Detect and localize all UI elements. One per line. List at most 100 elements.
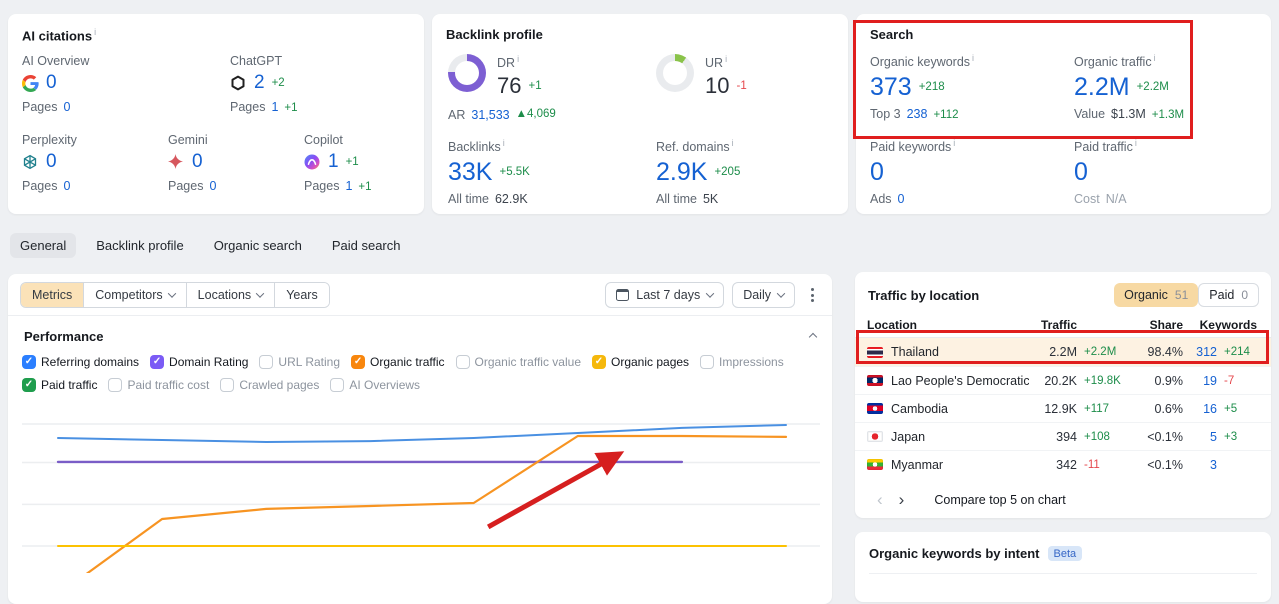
share-value: <0.1% bbox=[1147, 457, 1183, 472]
keywords-delta: +3 bbox=[1224, 430, 1238, 443]
backlinks-value[interactable]: 33K bbox=[448, 158, 492, 186]
keywords-link[interactable]: 3 bbox=[1183, 458, 1217, 472]
keywords-link[interactable]: 16 bbox=[1183, 402, 1217, 416]
checkbox-label: Referring domains bbox=[41, 355, 140, 369]
ai-citation-gemini: Gemini 0 Pages 0 bbox=[168, 133, 304, 193]
metric-checkbox-domain-rating[interactable]: ✓ Domain Rating bbox=[150, 355, 248, 369]
ai-citation-value[interactable]: 1 bbox=[328, 151, 339, 173]
info-icon: i bbox=[502, 138, 505, 149]
pages-value[interactable]: 0 bbox=[63, 100, 70, 114]
ref-domains-value[interactable]: 2.9K bbox=[656, 158, 707, 186]
organic-traffic-metric: Organic traffic i 2.2M +2.2M Value $1.3M +1.… bbox=[1074, 53, 1185, 122]
pages-value[interactable]: 1 bbox=[345, 179, 352, 193]
tab-organic-search[interactable]: Organic search bbox=[204, 233, 312, 258]
organic-traffic-value[interactable]: 2.2M bbox=[1074, 73, 1130, 101]
traffic-delta: +117 bbox=[1084, 402, 1110, 415]
ai-citation-pages: Pages 0 bbox=[168, 179, 217, 194]
top3-value[interactable]: 238 bbox=[907, 107, 928, 121]
metric-checkbox-paid-traffic[interactable]: ✓ Paid traffic bbox=[22, 378, 97, 392]
checkbox-icon: ✓ bbox=[351, 355, 366, 369]
table-row-japan[interactable]: Japan 394 +108 <0.1% 5 +3 bbox=[855, 422, 1271, 450]
backlink-profile-title: Backlink profile bbox=[446, 27, 543, 42]
pages-value[interactable]: 0 bbox=[63, 179, 70, 193]
thailand-flag-icon bbox=[867, 346, 883, 358]
collapse-icon[interactable] bbox=[808, 332, 818, 341]
chevron-down-icon bbox=[167, 289, 176, 298]
chatgpt-icon bbox=[230, 75, 247, 92]
date-range-button[interactable]: Last 7 days bbox=[605, 282, 725, 308]
ai-citation-value[interactable]: 0 bbox=[46, 151, 57, 173]
prev-page-icon[interactable]: ‹ bbox=[877, 491, 883, 508]
gemini-icon bbox=[168, 153, 185, 171]
ai-citation-value[interactable]: 2 bbox=[254, 72, 265, 94]
metric-checkbox-paid-traffic-cost[interactable]: Paid traffic cost bbox=[108, 378, 209, 392]
divider bbox=[869, 573, 1257, 574]
granularity-button[interactable]: Daily bbox=[732, 282, 795, 308]
ai-citation-pages: Pages 0 bbox=[22, 100, 71, 115]
compare-top5-link[interactable]: Compare top 5 on chart bbox=[934, 493, 1065, 507]
organic-keywords-value[interactable]: 373 bbox=[870, 73, 912, 101]
traffic-delta: +19.8K bbox=[1084, 374, 1121, 387]
copilot-icon bbox=[304, 154, 321, 171]
table-row-cambodia[interactable]: Cambodia 12.9K +117 0.6% 16 +5 bbox=[855, 394, 1271, 422]
checkbox-label: Domain Rating bbox=[169, 355, 249, 369]
traffic-value: 12.9K bbox=[1044, 401, 1077, 416]
organic-keywords-metric: Organic keywords i 373 +218 Top 3 238 +112 bbox=[870, 53, 975, 122]
metric-checkbox-organic-traffic-value[interactable]: Organic traffic value bbox=[455, 355, 581, 369]
metric-checkbox-organic-traffic[interactable]: ✓ Organic traffic bbox=[351, 355, 445, 369]
tab-general[interactable]: General bbox=[10, 233, 77, 258]
location-name: Japan bbox=[891, 429, 926, 444]
table-row-myanmar[interactable]: Myanmar 342 -11 <0.1% 3 bbox=[855, 450, 1271, 478]
pages-value[interactable]: 1 bbox=[271, 100, 278, 114]
table-row-lao-people-s-democratic-reput[interactable]: Lao People's Democratic Reput 20.2K +19.8K… bbox=[855, 366, 1271, 394]
checkbox-icon bbox=[259, 355, 274, 369]
paid-traffic-metric: Paid traffic i 0 Cost N/A bbox=[1074, 138, 1137, 207]
years-button[interactable]: Years bbox=[274, 283, 329, 307]
ahrefs-rank-line: AR 31,533 ▲4,069 bbox=[448, 108, 556, 123]
checkbox-label: Crawled pages bbox=[239, 378, 320, 392]
checkbox-icon bbox=[455, 355, 470, 369]
traffic-delta: -11 bbox=[1084, 458, 1100, 471]
ai-overview-icon bbox=[22, 74, 39, 92]
keywords-link[interactable]: 312 bbox=[1183, 345, 1217, 359]
location-name: Myanmar bbox=[891, 457, 944, 472]
ai-citation-label: Copilot bbox=[304, 133, 343, 148]
tab-paid-search[interactable]: Paid search bbox=[322, 233, 411, 258]
share-value: 98.4% bbox=[1147, 345, 1183, 359]
traffic-delta: +108 bbox=[1084, 430, 1110, 443]
competitors-button[interactable]: Competitors bbox=[83, 283, 186, 307]
keywords-link[interactable]: 5 bbox=[1183, 430, 1217, 444]
checkbox-icon: ✓ bbox=[22, 355, 36, 369]
ar-value[interactable]: 31,533 bbox=[471, 108, 509, 122]
search-card: Search Organic keywords i 373 +218 Top 3 23… bbox=[856, 14, 1271, 214]
metric-checkbox-row: ✓ Referring domains ✓ Domain Rating URL Rati… bbox=[22, 355, 822, 392]
toggle-paid[interactable]: Paid 0 bbox=[1198, 283, 1259, 307]
checkbox-icon bbox=[700, 355, 715, 369]
chart-filter-row: Metrics Competitors Locations Years Last… bbox=[8, 274, 832, 316]
ai-citation-value[interactable]: 0 bbox=[46, 72, 57, 94]
table-row-thailand[interactable]: Thailand 2.2M +2.2M 98.4% 312 +214 bbox=[855, 338, 1271, 366]
ai-citation-pages: Pages 0 bbox=[22, 179, 71, 194]
japan-flag-icon bbox=[867, 431, 883, 442]
paid-keywords-value[interactable]: 0 bbox=[870, 158, 884, 186]
toggle-organic[interactable]: Organic 51 bbox=[1114, 283, 1199, 307]
ai-citation-value[interactable]: 0 bbox=[192, 151, 203, 173]
more-options-button[interactable] bbox=[803, 282, 822, 308]
metrics-button[interactable]: Metrics bbox=[21, 283, 84, 307]
chevron-down-icon bbox=[705, 289, 715, 298]
chevron-down-icon bbox=[255, 289, 265, 298]
locations-button[interactable]: Locations bbox=[185, 283, 275, 307]
metric-checkbox-impressions[interactable]: Impressions bbox=[700, 355, 784, 369]
paid-traffic-value[interactable]: 0 bbox=[1074, 158, 1088, 186]
pages-value[interactable]: 0 bbox=[209, 179, 216, 193]
metric-checkbox-ai-overviews[interactable]: AI Overviews bbox=[330, 378, 420, 392]
metric-checkbox-crawled-pages[interactable]: Crawled pages bbox=[220, 378, 319, 392]
next-page-icon[interactable]: › bbox=[899, 491, 905, 508]
ref-domains-metric: Ref. domains i 2.9K +205 All time 5K bbox=[656, 138, 741, 207]
metric-checkbox-organic-pages[interactable]: ✓ Organic pages bbox=[592, 355, 689, 369]
laos-flag-icon bbox=[867, 375, 883, 386]
keywords-link[interactable]: 19 bbox=[1183, 374, 1217, 388]
metric-checkbox-url-rating[interactable]: URL Rating bbox=[259, 355, 340, 369]
metric-checkbox-referring-domains[interactable]: ✓ Referring domains bbox=[22, 355, 139, 369]
tab-backlink-profile[interactable]: Backlink profile bbox=[86, 233, 193, 258]
